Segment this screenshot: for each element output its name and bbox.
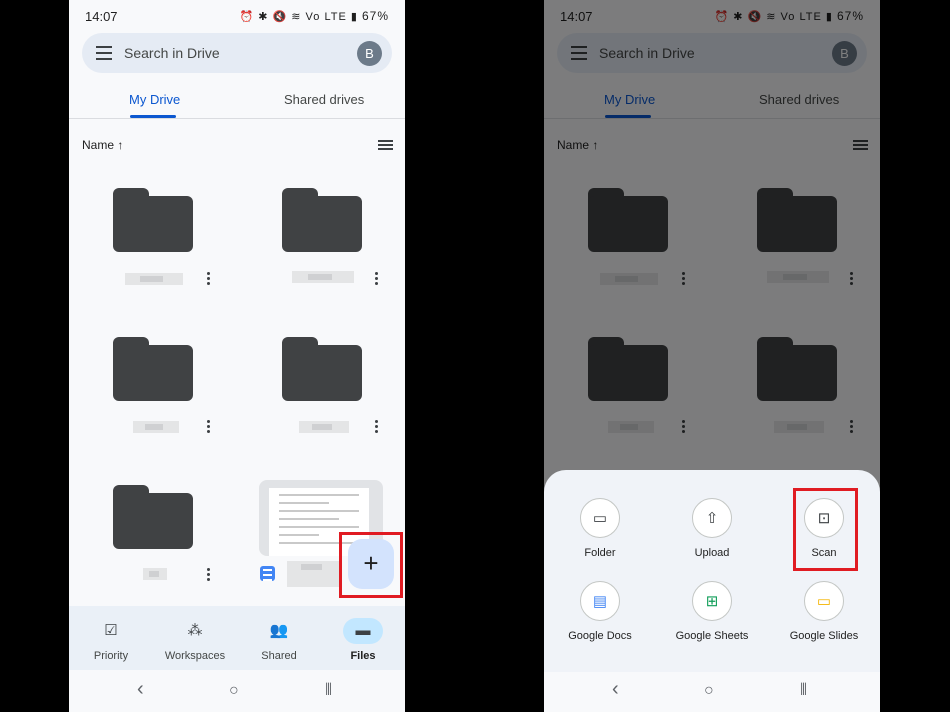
recents-icon[interactable]: ⦀ bbox=[325, 682, 332, 700]
folder-icon[interactable] bbox=[113, 485, 193, 549]
file-name-redacted bbox=[125, 273, 183, 285]
file-name-redacted bbox=[143, 568, 167, 580]
option-upload[interactable]: ⇧ Upload bbox=[656, 498, 768, 559]
back-icon[interactable]: ‹ bbox=[612, 678, 619, 701]
option-google-slides[interactable]: ▭ Google Slides bbox=[768, 581, 880, 642]
home-icon[interactable]: ○ bbox=[704, 682, 714, 700]
search-bar[interactable]: Search in Drive B bbox=[82, 33, 392, 73]
more-options-icon[interactable] bbox=[207, 420, 211, 435]
battery-percent: 67% bbox=[361, 9, 389, 23]
search-placeholder[interactable]: Search in Drive bbox=[124, 45, 220, 61]
more-options-icon[interactable] bbox=[375, 420, 379, 435]
nav-workspaces[interactable]: ⁂ Workspaces bbox=[153, 606, 237, 670]
option-label: Google Slides bbox=[789, 630, 859, 642]
upload-icon: ⇧ bbox=[692, 498, 732, 538]
status-icons: ⏰ ✱ 🔇 ≋ Vo LTE ▮ 67% bbox=[239, 9, 389, 23]
folder-icon[interactable] bbox=[113, 188, 193, 252]
workspaces-icon: ⁂ bbox=[187, 622, 203, 639]
nav-files[interactable]: ▬ Files bbox=[321, 606, 405, 670]
nav-label: Priority bbox=[93, 650, 129, 662]
priority-check-icon: ☑ bbox=[104, 622, 118, 639]
google-sheets-icon: ⊞ bbox=[692, 581, 732, 621]
menu-icon[interactable] bbox=[96, 46, 112, 64]
option-google-sheets[interactable]: ⊞ Google Sheets bbox=[656, 581, 768, 642]
option-label: Folder bbox=[584, 547, 616, 559]
list-view-icon[interactable] bbox=[378, 140, 393, 152]
file-name-redacted bbox=[299, 421, 349, 433]
tab-divider bbox=[69, 118, 405, 119]
system-navigation: ‹ ○ ⦀ bbox=[544, 672, 880, 712]
shared-people-icon: 👥 bbox=[269, 622, 289, 639]
status-icons-glyphs: ⏰ ✱ 🔇 ≋ Vo LTE ▮ bbox=[239, 11, 358, 23]
sort-arrow-icon: ↑ bbox=[117, 138, 124, 152]
bottom-navigation: ☑ Priority ⁂ Workspaces 👥 Shared ▬ Files bbox=[69, 606, 405, 670]
option-label: Google Docs bbox=[568, 630, 632, 642]
more-options-icon[interactable] bbox=[207, 272, 211, 287]
status-bar: 14:07 ⏰ ✱ 🔇 ≋ Vo LTE ▮ 67% bbox=[69, 0, 405, 32]
drive-screen-create-menu: 14:07 ⏰ ✱ 🔇 ≋ Vo LTE ▮ 67% Search in Dri… bbox=[544, 0, 880, 712]
files-folder-icon: ▬ bbox=[343, 618, 383, 644]
nav-label: Shared bbox=[261, 650, 297, 662]
file-name-redacted bbox=[287, 561, 341, 587]
nav-shared[interactable]: 👥 Shared bbox=[237, 606, 321, 670]
file-name-redacted bbox=[133, 421, 179, 433]
google-docs-icon: ▤ bbox=[580, 581, 620, 621]
option-google-docs[interactable]: ▤ Google Docs bbox=[544, 581, 656, 642]
folder-icon[interactable] bbox=[113, 337, 193, 401]
more-options-icon[interactable] bbox=[375, 272, 379, 287]
folder-icon[interactable] bbox=[282, 337, 362, 401]
option-folder[interactable]: ▭ Folder bbox=[544, 498, 656, 559]
highlight-box-fab bbox=[339, 532, 403, 598]
status-time: 14:07 bbox=[85, 9, 118, 24]
nav-label: Workspaces bbox=[164, 650, 226, 662]
tab-shared-drives[interactable]: Shared drives bbox=[284, 92, 364, 107]
google-docs-icon bbox=[260, 566, 275, 581]
folder-icon[interactable] bbox=[282, 188, 362, 252]
google-slides-icon: ▭ bbox=[804, 581, 844, 621]
sort-control[interactable]: Name ↑ bbox=[82, 138, 123, 152]
system-navigation: ‹ ○ ⦀ bbox=[69, 672, 405, 712]
back-icon[interactable]: ‹ bbox=[137, 678, 144, 701]
drive-screen-files: 14:07 ⏰ ✱ 🔇 ≋ Vo LTE ▮ 67% Search in Dri… bbox=[69, 0, 405, 712]
nav-label: Files bbox=[350, 650, 376, 662]
file-name-redacted bbox=[292, 271, 354, 283]
highlight-box-scan bbox=[793, 488, 858, 571]
option-label: Google Sheets bbox=[675, 630, 749, 642]
option-label: Upload bbox=[694, 547, 730, 559]
home-icon[interactable]: ○ bbox=[229, 682, 239, 700]
more-options-icon[interactable] bbox=[207, 568, 211, 583]
recents-icon[interactable]: ⦀ bbox=[800, 682, 807, 700]
folder-outline-icon: ▭ bbox=[580, 498, 620, 538]
avatar[interactable]: B bbox=[357, 41, 382, 66]
nav-priority[interactable]: ☑ Priority bbox=[69, 606, 153, 670]
tab-my-drive[interactable]: My Drive bbox=[129, 92, 180, 107]
sort-label: Name bbox=[82, 138, 115, 152]
